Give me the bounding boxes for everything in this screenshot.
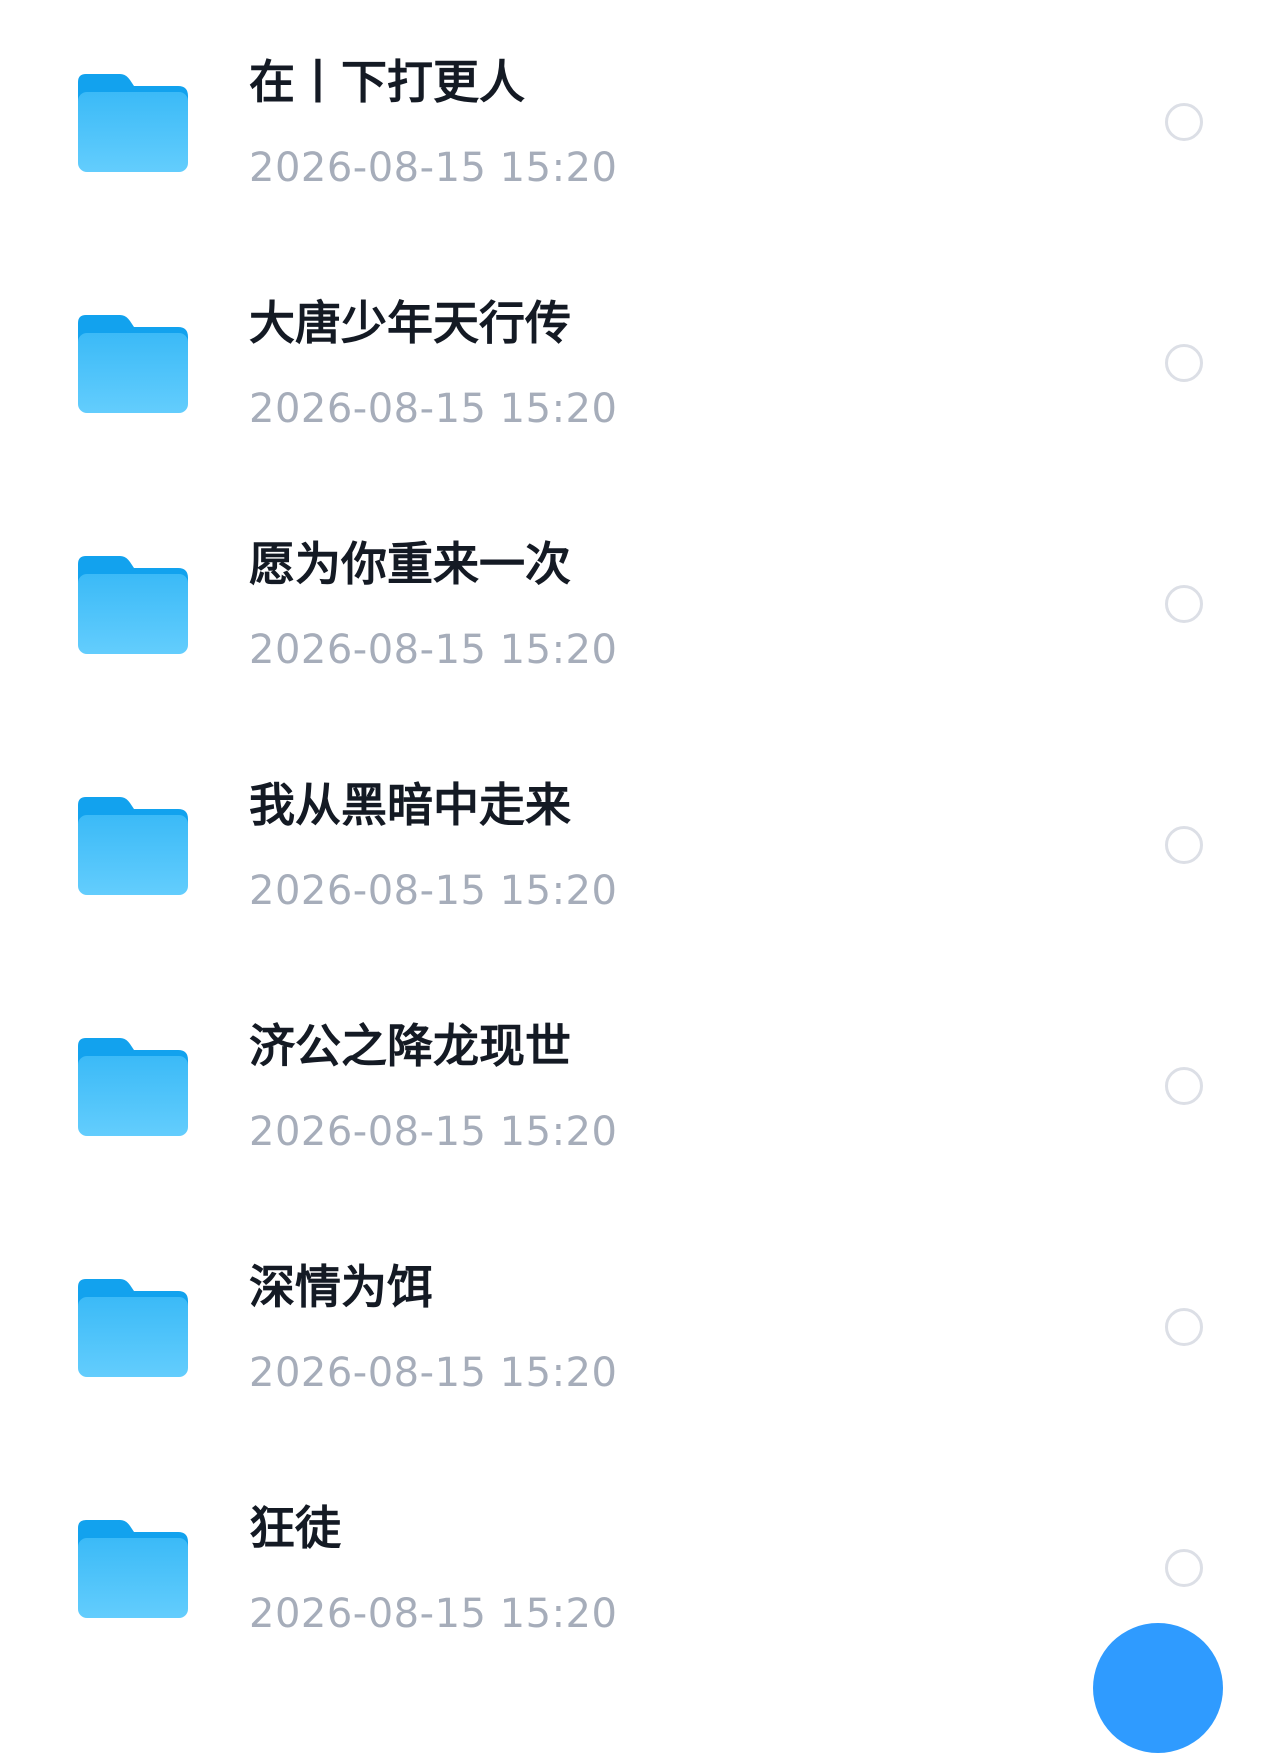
file-date: 2026-08-15 15:20 [249, 627, 618, 673]
file-name: 我从黑暗中走来 [249, 778, 571, 832]
file-row[interactable]: 济公之降龙现世 2026-08-15 15:20 [0, 964, 1280, 1205]
file-row[interactable]: 在丨下打更人 2026-08-15 15:20 [0, 0, 1280, 241]
select-radio[interactable] [1165, 1067, 1203, 1105]
folder-icon [78, 556, 188, 654]
file-name: 大唐少年天行传 [249, 296, 571, 350]
folder-icon [78, 74, 188, 172]
select-radio[interactable] [1165, 103, 1203, 141]
file-row[interactable]: 深情为饵 2026-08-15 15:20 [0, 1205, 1280, 1446]
file-date: 2026-08-15 15:20 [249, 145, 618, 191]
file-name: 深情为饵 [249, 1260, 433, 1314]
folder-icon [78, 1520, 188, 1618]
select-radio[interactable] [1165, 344, 1203, 382]
file-date: 2026-08-15 15:20 [249, 1109, 618, 1155]
file-list: 在丨下打更人 2026-08-15 15:20 大唐少年天行传 2026-08-… [0, 0, 1280, 1687]
folder-icon [78, 1038, 188, 1136]
select-radio[interactable] [1165, 1308, 1203, 1346]
file-row[interactable]: 愿为你重来一次 2026-08-15 15:20 [0, 482, 1280, 723]
file-name: 在丨下打更人 [249, 55, 525, 109]
file-name: 狂徒 [249, 1501, 341, 1555]
select-radio[interactable] [1165, 585, 1203, 623]
select-radio[interactable] [1165, 1549, 1203, 1587]
file-row[interactable]: 我从黑暗中走来 2026-08-15 15:20 [0, 723, 1280, 964]
folder-icon [78, 797, 188, 895]
file-name: 济公之降龙现世 [249, 1019, 571, 1073]
select-radio[interactable] [1165, 826, 1203, 864]
folder-icon [78, 315, 188, 413]
add-button[interactable] [1093, 1623, 1223, 1753]
file-date: 2026-08-15 15:20 [249, 386, 618, 432]
file-date: 2026-08-15 15:20 [249, 868, 618, 914]
folder-icon [78, 1279, 188, 1377]
file-date: 2026-08-15 15:20 [249, 1591, 618, 1637]
file-name: 愿为你重来一次 [249, 537, 571, 591]
file-date: 2026-08-15 15:20 [249, 1350, 618, 1396]
file-row[interactable]: 大唐少年天行传 2026-08-15 15:20 [0, 241, 1280, 482]
file-row[interactable]: 狂徒 2026-08-15 15:20 [0, 1446, 1280, 1687]
